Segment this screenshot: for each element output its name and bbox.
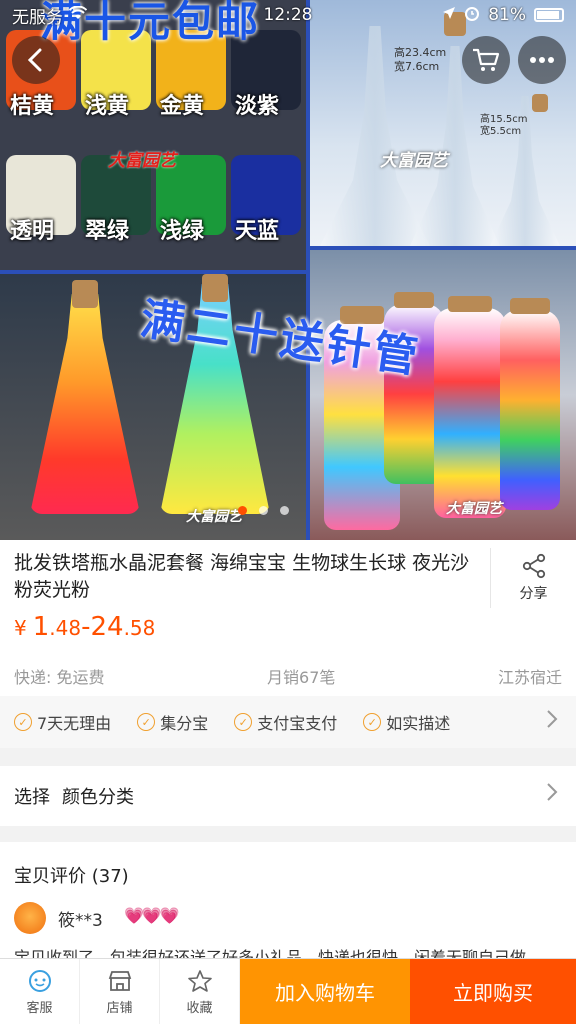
- favorite-label: 收藏: [186, 1000, 213, 1016]
- rainbow-bottles-image: 大富园艺: [310, 250, 576, 540]
- more-dots-icon: [530, 57, 554, 63]
- chevron-right-icon: [546, 709, 558, 735]
- carousel-dot: [259, 506, 268, 515]
- share-label: 分享: [519, 586, 548, 602]
- battery-icon: [534, 8, 564, 22]
- check-circle-icon: ✓: [363, 713, 382, 731]
- watermark: 大富园艺: [446, 501, 502, 517]
- chevron-left-icon: [27, 48, 42, 72]
- avatar: [14, 902, 46, 934]
- guarantee-label: 如实描述: [386, 714, 451, 733]
- guarantee-item: ✓ 支付宝支付: [234, 710, 337, 734]
- guarantee-item: ✓ 如实描述: [363, 710, 450, 734]
- clock: 12:28: [263, 5, 313, 25]
- cart-icon: [473, 48, 500, 71]
- carousel-dot: [280, 506, 289, 515]
- sku-selector[interactable]: 选择 颜色分类: [0, 766, 576, 826]
- status-bar: 无服务 12:28 81%: [0, 0, 576, 30]
- bead-color-label: 浅绿: [160, 219, 205, 244]
- price-low-dec: .48: [49, 616, 82, 640]
- select-label: 选择: [14, 787, 50, 808]
- check-circle-icon: ✓: [234, 713, 253, 731]
- bead-color-label: 桔黄: [10, 94, 55, 119]
- carousel-dot: [238, 506, 247, 515]
- shipping-info: 快递: 免运费: [14, 668, 105, 687]
- bead-color-label: 淡紫: [235, 94, 280, 119]
- select-value: 颜色分类: [62, 787, 134, 808]
- chat-icon: [28, 969, 51, 992]
- favorite-button[interactable]: 收藏: [160, 959, 240, 1024]
- watermark: 大富园艺: [380, 151, 448, 171]
- product-title: 批发铁塔瓶水晶泥套餐 海绵宝宝 生物球生长球 夜光沙粉荧光粉: [14, 552, 470, 601]
- chevron-right-icon: [546, 782, 558, 808]
- guarantee-label: 集分宝: [160, 714, 209, 733]
- guarantee-item: ✓ 集分宝: [137, 710, 208, 734]
- bottle-label: 宽5.5cm: [480, 126, 522, 137]
- price-high-int: 24: [90, 612, 124, 642]
- guarantee-item: ✓ 7天无理由: [14, 710, 111, 734]
- shop-icon: [108, 970, 131, 991]
- bead-color-label: 浅黄: [85, 94, 130, 119]
- bead-color-label: 翠绿: [85, 219, 130, 244]
- check-circle-icon: ✓: [14, 713, 32, 731]
- buyer-level-hearts: 💗💗💗: [124, 906, 180, 925]
- carousel-indicator: [238, 506, 289, 515]
- reviews-section[interactable]: 宝贝评价 (37) 筱**3 💗💗💗 宝贝收到了，包装很好还送了好多小礼品，快递…: [0, 842, 576, 967]
- more-button[interactable]: [518, 36, 566, 84]
- ship-from-location: 江苏宿迁: [497, 668, 562, 687]
- product-page: 桔黄 浅黄 金黄 淡紫 透明 翠绿 浅绿 天蓝 大富园艺 高23.4cm 宽7.6cm 高15…: [0, 0, 576, 1024]
- bead-color-label: 透明: [10, 219, 55, 244]
- guarantee-label: 支付宝支付: [257, 714, 338, 733]
- share-icon: [522, 553, 545, 579]
- buy-now-button[interactable]: 立即购买: [410, 959, 576, 1024]
- product-meta: 快递: 免运费 月销67笔 江苏宿迁: [14, 664, 562, 688]
- customer-service-button[interactable]: 客服: [0, 959, 80, 1024]
- shop-button[interactable]: 店铺: [80, 959, 160, 1024]
- add-to-cart-button[interactable]: 加入购物车: [240, 959, 410, 1024]
- watermark: 大富园艺: [108, 151, 176, 171]
- price-high-dec: .58: [123, 616, 156, 640]
- price-low-int: 1: [32, 612, 50, 642]
- price-range: ¥1.48-24.58: [14, 612, 155, 642]
- bead-color-label: 天蓝: [235, 219, 280, 244]
- service-guarantees[interactable]: ✓ 7天无理由 ✓ 集分宝 ✓ 支付宝支付 ✓ 如实描述: [0, 696, 576, 748]
- check-circle-icon: ✓: [137, 713, 156, 731]
- bead-color-label: 金黄: [160, 94, 205, 119]
- back-button[interactable]: [12, 36, 60, 84]
- share-button[interactable]: 分享: [490, 548, 576, 608]
- bottom-action-bar: 客服 店铺 收藏 加入购物车 立即购买: [0, 958, 576, 1024]
- currency-symbol: ¥: [14, 616, 27, 640]
- bottle-label: 宽7.6cm: [394, 60, 440, 73]
- monthly-sales: 月销67笔: [267, 668, 336, 687]
- cart-button[interactable]: [462, 36, 510, 84]
- star-icon: [187, 969, 212, 992]
- watermark: 大富园艺: [186, 509, 242, 525]
- product-info: 批发铁塔瓶水晶泥套餐 海绵宝宝 生物球生长球 夜光沙粉荧光粉 分享 ¥1.48-…: [0, 540, 576, 696]
- service-label: 客服: [26, 1000, 53, 1016]
- guarantee-label: 7天无理由: [37, 714, 112, 733]
- review-username: 筱**3: [58, 911, 103, 931]
- shop-label: 店铺: [106, 1000, 133, 1016]
- reviews-title: 宝贝评价 (37): [14, 866, 129, 887]
